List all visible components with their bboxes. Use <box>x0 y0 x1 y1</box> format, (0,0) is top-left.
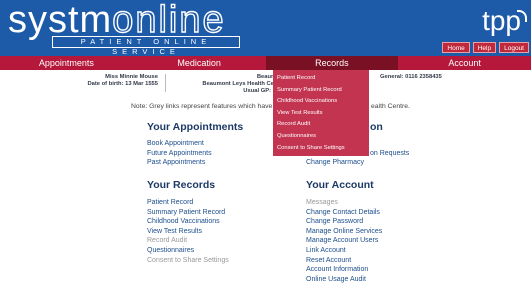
questionnaires-link[interactable]: Questionnaires <box>147 246 229 256</box>
messages-link[interactable]: Messages <box>306 198 382 208</box>
home-button[interactable]: Home <box>442 42 470 53</box>
manage-account-users-link[interactable]: Manage Account Users <box>306 236 382 246</box>
info-divider <box>165 74 166 92</box>
tpp-logo-mark <box>517 10 527 22</box>
book-appointment-link[interactable]: Book Appointment <box>147 139 212 149</box>
change-contact-details-link[interactable]: Change Contact Details <box>306 208 382 218</box>
nav-appointments[interactable]: Appointments <box>0 56 133 70</box>
dropdown-questionnaires[interactable]: Questionnaires <box>273 131 369 143</box>
records-links: Patient Record Summary Patient Record Ch… <box>147 198 229 265</box>
medication-title: on <box>370 121 383 133</box>
consent-to-share-link[interactable]: Consent to Share Settings <box>147 256 229 266</box>
reset-account-link[interactable]: Reset Account <box>306 256 382 266</box>
logo-subtitle: PATIENT ONLINE SERVICE <box>52 36 240 56</box>
logo-systm-text: systm <box>8 0 113 41</box>
practice-phone: General: 0116 2358435 <box>380 74 442 80</box>
patient-record-link[interactable]: Patient Record <box>147 198 229 208</box>
change-password-link[interactable]: Change Password <box>306 217 382 227</box>
medication-links: Change Pharmacy <box>306 158 364 168</box>
records-dropdown-menu: Patient Record Summary Patient Record Ch… <box>273 70 369 156</box>
past-appointments-link[interactable]: Past Appointments <box>147 158 212 168</box>
dropdown-summary-patient-record[interactable]: Summary Patient Record <box>273 85 369 97</box>
help-button[interactable]: Help <box>472 42 497 53</box>
future-appointments-link[interactable]: Future Appointments <box>147 149 212 159</box>
site-header: systmonline PATIENT ONLINE SERVICE tpp H… <box>0 0 531 56</box>
link-account-link[interactable]: Link Account <box>306 246 382 256</box>
appointments-title: Your Appointments <box>147 121 244 133</box>
nav-medication[interactable]: Medication <box>133 56 266 70</box>
main-nav: Appointments Medication Records Account <box>0 56 531 70</box>
logout-button[interactable]: Logout <box>499 42 529 53</box>
manage-online-services-link[interactable]: Manage Online Services <box>306 227 382 237</box>
nav-account[interactable]: Account <box>398 56 531 70</box>
appointments-links: Book Appointment Future Appointments Pas… <box>147 139 212 168</box>
logo-online-text: online <box>112 0 226 41</box>
online-usage-audit-link[interactable]: Online Usage Audit <box>306 275 382 285</box>
patient-dob: Date of birth: 13 Mar 1555 <box>87 81 158 87</box>
childhood-vaccinations-link[interactable]: Childhood Vaccinations <box>147 217 229 227</box>
records-title: Your Records <box>147 179 216 191</box>
note-tail: ealth Centre. <box>371 103 410 110</box>
systmonline-logo[interactable]: systmonline <box>8 0 226 39</box>
account-information-link[interactable]: Account Information <box>306 265 382 275</box>
change-pharmacy-link[interactable]: Change Pharmacy <box>306 158 364 168</box>
dropdown-patient-record[interactable]: Patient Record <box>273 73 369 85</box>
patient-name: Miss Minnie Mouse <box>105 74 158 80</box>
medication-links-partial: on Requests <box>370 149 409 159</box>
tpp-logo: tpp <box>482 5 521 36</box>
repeat-requests-link[interactable]: on Requests <box>370 149 409 159</box>
nav-records[interactable]: Records <box>265 56 399 70</box>
grey-links-note: Note: Grey links represent features whic… <box>131 102 410 111</box>
note-text: Note: Grey links represent features whic… <box>131 103 273 110</box>
dropdown-view-test-results[interactable]: View Test Results <box>273 108 369 120</box>
account-title: Your Account <box>306 179 374 191</box>
dropdown-childhood-vaccinations[interactable]: Childhood Vaccinations <box>273 96 369 108</box>
dropdown-record-audit[interactable]: Record Audit <box>273 119 369 131</box>
dropdown-consent-to-share[interactable]: Consent to Share Settings <box>273 143 369 155</box>
account-links: Messages Change Contact Details Change P… <box>306 198 382 284</box>
record-audit-link[interactable]: Record Audit <box>147 236 229 246</box>
patient-details: Miss Minnie Mouse Date of birth: 13 Mar … <box>74 74 158 88</box>
header-buttons: Home Help Logout <box>442 42 529 53</box>
summary-patient-record-link[interactable]: Summary Patient Record <box>147 208 229 218</box>
view-test-results-link[interactable]: View Test Results <box>147 227 229 237</box>
